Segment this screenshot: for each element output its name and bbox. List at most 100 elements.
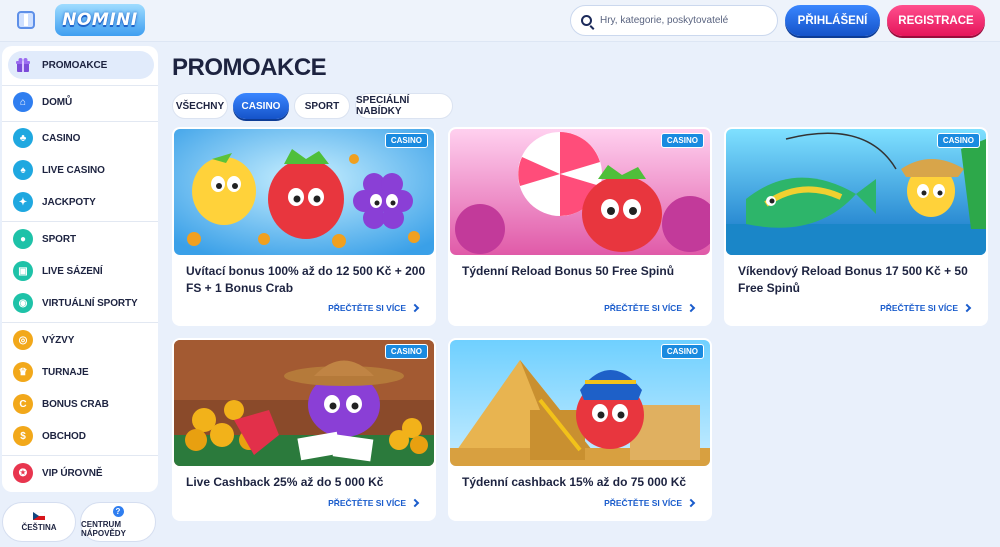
sidebar-item-label: VIRTUÁLNÍ SPORTY — [42, 297, 138, 309]
sidebar-item-live-sazeni[interactable]: ▣ LIVE SÁZENÍ — [8, 257, 154, 285]
divider — [2, 221, 158, 222]
promo-title: Uvítací bonus 100% až do 12 500 Kč + 200… — [186, 264, 426, 295]
promo-title: Týdenní Reload Bonus 50 Free Spinů — [462, 264, 675, 278]
sidebar: PROMOAKCE ⌂ DOMŮ ♣ CASINO ♠ LIVE CASINO … — [2, 46, 158, 492]
sidebar-item-live-casino[interactable]: ♠ LIVE CASINO — [8, 156, 154, 184]
chevron-right-icon — [686, 303, 696, 313]
read-more-link[interactable]: PŘEČTĚTE SI VÍCE — [328, 303, 420, 313]
live-cards-icon: ♠ — [13, 160, 33, 180]
login-button[interactable]: PŘIHLÁŠENÍ — [785, 5, 880, 36]
sidebar-item-label: JACKPOTY — [42, 196, 96, 208]
chevron-right-icon — [686, 498, 696, 508]
candy-strawberry-image: CASINO — [450, 129, 710, 255]
live-bet-icon: ▣ — [13, 261, 33, 281]
sidebar-item-label: BONUS CRAB — [42, 398, 109, 410]
read-more-label: PŘEČTĚTE SI VÍCE — [604, 303, 682, 313]
sidebar-item-turnaje[interactable]: ♛ TURNAJE — [8, 358, 154, 386]
promo-title: Víkendový Reload Bonus 17 500 Kč + 50 Fr… — [738, 264, 968, 295]
sidebar-toggle-icon[interactable] — [17, 11, 35, 29]
cowboy-grape-image: CASINO — [174, 340, 434, 466]
cherries-icon: ♣ — [13, 128, 33, 148]
help-center-button[interactable]: ? CENTRUM NÁPOVĚDY — [80, 502, 156, 542]
czech-flag-icon — [33, 512, 45, 520]
football-icon: ● — [13, 229, 33, 249]
sidebar-item-vyzvy[interactable]: ◎ VÝZVY — [8, 326, 154, 354]
tab-casino[interactable]: CASINO — [233, 93, 289, 119]
tab-specialni-nabidky[interactable]: SPECIÁLNÍ NABÍDKY — [355, 93, 453, 119]
read-more-link[interactable]: PŘEČTĚTE SI VÍCE — [604, 303, 696, 313]
read-more-link[interactable]: PŘEČTĚTE SI VÍCE — [328, 498, 420, 508]
divider — [2, 322, 158, 323]
vip-icon: ✪ — [13, 463, 33, 483]
read-more-label: PŘEČTĚTE SI VÍCE — [604, 498, 682, 508]
sidebar-item-casino[interactable]: ♣ CASINO — [8, 124, 154, 152]
divider — [2, 85, 158, 86]
gift-icon — [13, 55, 33, 75]
sidebar-item-label: LIVE CASINO — [42, 164, 105, 176]
fruit-characters-image: CASINO — [174, 129, 434, 255]
category-badge: CASINO — [384, 344, 428, 359]
jackpot-icon: ✦ — [13, 192, 33, 212]
read-more-link[interactable]: PŘEČTĚTE SI VÍCE — [880, 303, 972, 313]
sidebar-item-label: LIVE SÁZENÍ — [42, 265, 103, 277]
read-more-label: PŘEČTĚTE SI VÍCE — [880, 303, 958, 313]
search-box[interactable] — [570, 5, 778, 36]
shop-icon: $ — [13, 426, 33, 446]
divider — [2, 455, 158, 456]
home-icon: ⌂ — [13, 92, 33, 112]
chevron-right-icon — [410, 303, 420, 313]
promo-card[interactable]: CASINO Víkendový Reload Bonus 17 500 Kč … — [724, 127, 988, 326]
register-button[interactable]: REGISTRACE — [887, 5, 985, 36]
chevron-right-icon — [962, 303, 972, 313]
category-badge: CASINO — [936, 133, 980, 148]
promo-card[interactable]: CASINO Týdenní cashback 15% až do 75 000… — [448, 338, 712, 521]
sidebar-item-label: VIP ÚROVNĚ — [42, 467, 103, 479]
category-badge: CASINO — [660, 133, 704, 148]
category-badge: CASINO — [660, 344, 704, 359]
sidebar-item-promoakce[interactable]: PROMOAKCE — [8, 51, 154, 79]
sidebar-item-label: CASINO — [42, 132, 81, 144]
promo-card[interactable]: CASINO Týdenní Reload Bonus 50 Free Spin… — [448, 127, 712, 326]
help-label: CENTRUM NÁPOVĚDY — [81, 520, 126, 538]
sidebar-item-label: OBCHOD — [42, 430, 86, 442]
tab-vsechny[interactable]: VŠECHNY — [172, 93, 228, 119]
read-more-label: PŘEČTĚTE SI VÍCE — [328, 303, 406, 313]
search-icon — [581, 15, 592, 26]
pharaoh-strawberry-image: CASINO — [450, 340, 710, 466]
divider — [2, 121, 158, 122]
read-more-label: PŘEČTĚTE SI VÍCE — [328, 498, 406, 508]
site-logo[interactable]: NOMINI — [55, 4, 145, 36]
read-more-link[interactable]: PŘEČTĚTE SI VÍCE — [604, 498, 696, 508]
promo-title: Týdenní cashback 15% až do 75 000 Kč — [462, 475, 687, 489]
sidebar-item-vip-urovne[interactable]: ✪ VIP ÚROVNĚ — [8, 459, 154, 487]
tab-sport[interactable]: SPORT — [294, 93, 350, 119]
search-input[interactable] — [600, 15, 770, 26]
help-icon: ? — [112, 506, 124, 517]
fishing-lemon-image: CASINO — [726, 129, 986, 255]
sidebar-item-bonus-crab[interactable]: C BONUS CRAB — [8, 390, 154, 418]
logo-text: NOMINI — [62, 10, 138, 30]
page-title: PROMOAKCE — [172, 54, 327, 81]
sidebar-item-virtualni-sporty[interactable]: ◉ VIRTUÁLNÍ SPORTY — [8, 289, 154, 317]
language-button[interactable]: ČEŠTINA — [2, 502, 76, 542]
chevron-right-icon — [410, 498, 420, 508]
target-icon: ◎ — [13, 330, 33, 350]
sidebar-item-label: PROMOAKCE — [42, 59, 108, 71]
language-label: ČEŠTINA — [21, 523, 57, 532]
promo-card[interactable]: CASINO Uvítací bonus 100% až do 12 500 K… — [172, 127, 436, 326]
promo-title: Live Cashback 25% až do 5 000 Kč — [186, 475, 384, 489]
top-header: NOMINI PŘIHLÁŠENÍ REGISTRACE — [0, 0, 1000, 42]
sidebar-item-label: TURNAJE — [42, 366, 89, 378]
promo-card[interactable]: CASINO Live Cashback 25% až do 5 000 Kč … — [172, 338, 436, 521]
category-badge: CASINO — [384, 133, 428, 148]
sidebar-item-label: VÝZVY — [42, 334, 75, 346]
trophy-icon: ♛ — [13, 362, 33, 382]
sidebar-item-label: DOMŮ — [42, 96, 73, 108]
sidebar-item-sport[interactable]: ● SPORT — [8, 225, 154, 253]
virtual-sports-icon: ◉ — [13, 293, 33, 313]
sidebar-item-jackpoty[interactable]: ✦ JACKPOTY — [8, 188, 154, 216]
crab-icon: C — [13, 394, 33, 414]
sidebar-item-label: SPORT — [42, 233, 76, 245]
sidebar-item-domu[interactable]: ⌂ DOMŮ — [8, 88, 154, 116]
sidebar-item-obchod[interactable]: $ OBCHOD — [8, 422, 154, 450]
